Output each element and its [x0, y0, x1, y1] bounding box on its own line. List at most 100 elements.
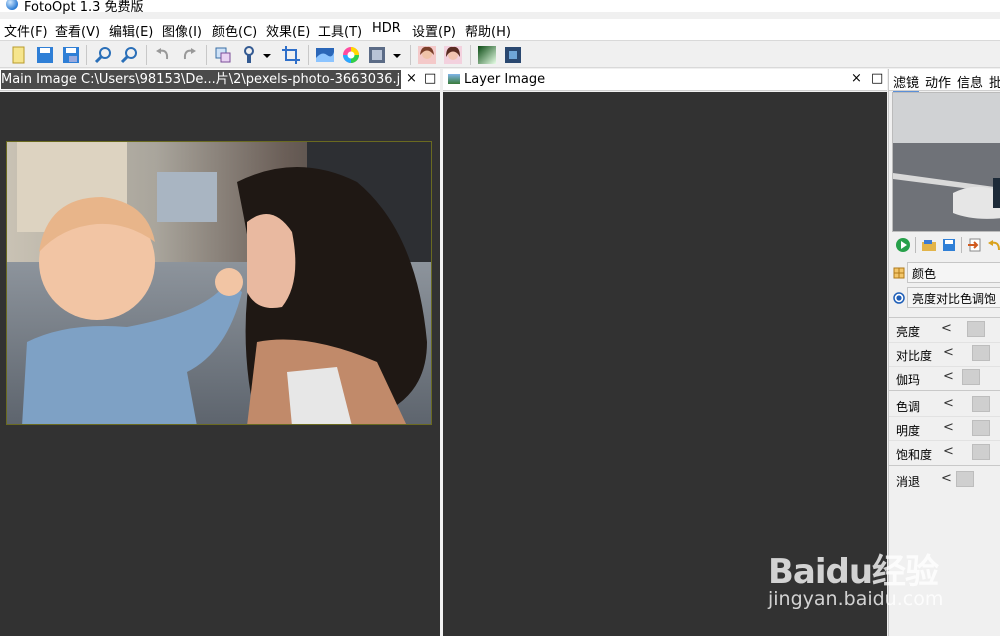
adj-label-hue: 色调	[896, 400, 921, 414]
divider	[889, 342, 1000, 343]
menu-color[interactable]: 颜色(C)	[212, 21, 257, 40]
menu-image[interactable]: 图像(I)	[162, 21, 202, 40]
fade-slider-thumb[interactable]	[956, 471, 974, 487]
divider	[889, 416, 1000, 417]
preview-thumbnail[interactable]	[892, 92, 1000, 232]
open-folder-icon[interactable]	[921, 237, 937, 253]
adj-label-gamma: 伽玛	[896, 373, 921, 387]
filter-value: 亮度对比色调饱	[912, 292, 997, 306]
adj-label-brightness: 亮度	[896, 325, 921, 339]
zoom-out-icon[interactable]	[118, 44, 140, 66]
toolbar	[0, 40, 1000, 68]
tab-info[interactable]: 信息	[957, 72, 983, 91]
adj-label-saturation: 饱和度	[896, 448, 933, 462]
menu-effects[interactable]: 效果(E)	[266, 21, 310, 40]
watermark-url: jingyan.baidu.com	[768, 588, 944, 610]
brightness-slider-thumb[interactable]	[967, 321, 985, 337]
toolbar-separator	[146, 45, 147, 65]
contrast-decrease-button[interactable]: <	[943, 345, 954, 360]
saturation-slider-thumb[interactable]	[972, 444, 990, 460]
levels-icon[interactable]	[314, 44, 336, 66]
toolbar-separator	[410, 45, 411, 65]
color-wheel-icon[interactable]	[340, 44, 362, 66]
zoom-in-icon[interactable]	[92, 44, 114, 66]
app-icon	[6, 0, 18, 10]
main-image-title: Main Image C:\Users\98153\De...片\2\pexel…	[1, 70, 401, 89]
toolbar-separator	[86, 45, 87, 65]
main-panel-maximize-button[interactable]: □	[424, 71, 436, 86]
divider	[889, 390, 1000, 391]
new-icon[interactable]	[8, 44, 30, 66]
tab-filters[interactable]: 滤镜	[893, 72, 920, 93]
filter-dropdown[interactable]: 亮度对比色调饱	[907, 287, 1000, 308]
menu-hdr[interactable]: HDR	[372, 21, 401, 36]
layer-image-panel-header: Layer Image × □	[443, 69, 887, 91]
saturation-decrease-button[interactable]: <	[943, 444, 954, 459]
portrait-icon[interactable]	[416, 44, 438, 66]
main-panel-close-button[interactable]: ×	[406, 71, 417, 86]
toolbar-separator	[470, 45, 471, 65]
radio-icon[interactable]	[893, 292, 905, 304]
redo-icon[interactable]	[178, 44, 200, 66]
separator	[915, 237, 916, 253]
hue-decrease-button[interactable]: <	[943, 396, 954, 411]
dropdown-arrow-icon[interactable]	[390, 44, 404, 66]
window-title: FotoOpt 1.3 免费版	[24, 0, 144, 15]
brush-icon[interactable]	[238, 44, 260, 66]
adj-label-contrast: 对比度	[896, 349, 933, 363]
baidu-watermark: Baidu经验 jingyan.baidu.com	[768, 528, 988, 618]
menu-view[interactable]: 查看(V)	[55, 21, 100, 40]
fade-decrease-button[interactable]: <	[941, 471, 952, 486]
tab-batch[interactable]: 批	[989, 72, 1000, 91]
makeup-icon[interactable]	[442, 44, 464, 66]
divider	[889, 465, 1000, 466]
crop-icon[interactable]	[280, 44, 302, 66]
save-icon[interactable]	[34, 44, 56, 66]
category-icon	[893, 267, 905, 279]
save-as-icon[interactable]	[60, 44, 82, 66]
title-bar: FotoOpt 1.3 免费版	[0, 0, 1000, 15]
resize-icon[interactable]	[212, 44, 234, 66]
divider	[889, 366, 1000, 367]
save-icon[interactable]	[941, 237, 957, 253]
gamma-slider-thumb[interactable]	[962, 369, 980, 385]
contrast-slider-thumb[interactable]	[972, 345, 990, 361]
menu-help[interactable]: 帮助(H)	[465, 21, 511, 40]
category-dropdown[interactable]: 颜色	[907, 262, 1000, 283]
import-icon[interactable]	[967, 237, 983, 253]
filter-icon[interactable]	[502, 44, 524, 66]
menu-tools[interactable]: 工具(T)	[318, 21, 362, 40]
layer-panel-close-button[interactable]: ×	[851, 71, 862, 86]
divider	[889, 440, 1000, 441]
lightness-slider-thumb[interactable]	[972, 420, 990, 436]
menu-settings[interactable]: 设置(P)	[412, 21, 456, 40]
lightness-decrease-button[interactable]: <	[943, 420, 954, 435]
layer-image-title: Layer Image	[464, 72, 546, 87]
gradient-icon[interactable]	[476, 44, 498, 66]
adj-label-lightness: 明度	[896, 424, 921, 438]
play-icon[interactable]	[895, 237, 911, 253]
adj-label-fade: 消退	[896, 475, 921, 489]
menu-bar: 文件(F) 查看(V) 编辑(E) 图像(I) 颜色(C) 效果(E) 工具(T…	[0, 19, 1000, 40]
main-image-panel-header: Main Image C:\Users\98153\De...片\2\pexel…	[0, 69, 440, 91]
dropdown-arrow-icon[interactable]	[260, 44, 274, 66]
menu-file[interactable]: 文件(F)	[4, 21, 48, 40]
category-value: 颜色	[912, 267, 937, 281]
undo-icon[interactable]	[987, 237, 1000, 253]
toolbar-separator	[206, 45, 207, 65]
gamma-decrease-button[interactable]: <	[943, 369, 954, 384]
brightness-decrease-button[interactable]: <	[941, 321, 952, 336]
tab-actions[interactable]: 动作	[925, 72, 951, 91]
menu-edit[interactable]: 编辑(E)	[109, 21, 153, 40]
hue-slider-thumb[interactable]	[972, 396, 990, 412]
toolbar-separator	[308, 45, 309, 65]
main-image-photo[interactable]	[6, 141, 432, 425]
separator	[961, 237, 962, 253]
side-tabs: 滤镜 动作 信息 批	[889, 69, 1000, 93]
watermark-brand: Baidu经验	[768, 552, 939, 592]
film-icon[interactable]	[366, 44, 388, 66]
layer-panel-maximize-button[interactable]: □	[871, 71, 883, 86]
layer-image-icon	[448, 74, 460, 84]
undo-icon[interactable]	[152, 44, 174, 66]
divider	[889, 317, 1000, 318]
